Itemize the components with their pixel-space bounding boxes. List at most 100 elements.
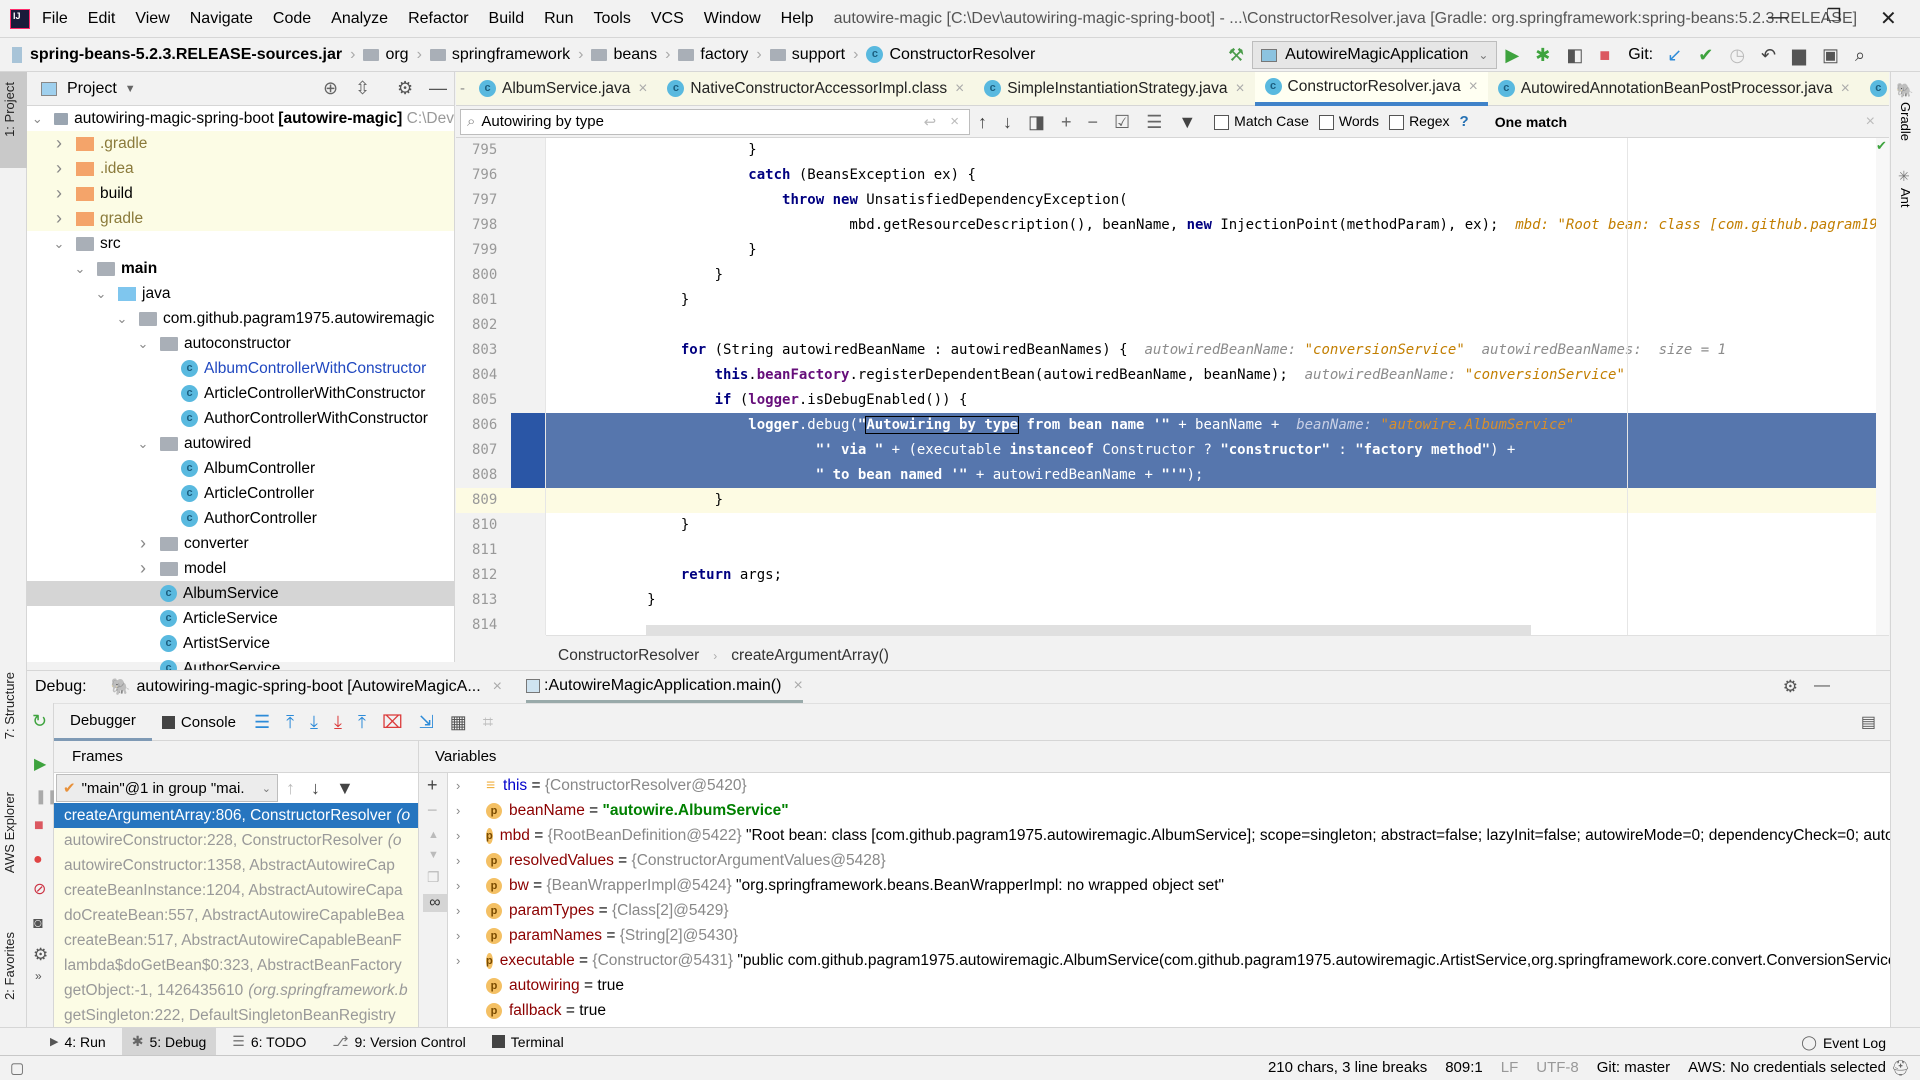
line-number[interactable]: 803	[456, 338, 545, 363]
search-icon[interactable]: ⌕	[467, 113, 475, 130]
variable-row[interactable]: › p beanName = "autowire.AlbumService"	[448, 798, 1890, 823]
chevron-right-icon[interactable]: ›	[52, 183, 66, 204]
tree-item[interactable]: c AlbumControllerWithConstructor	[27, 356, 454, 381]
variable-row[interactable]: › p paramTypes = {Class[2]@5429}	[448, 898, 1890, 923]
previous-frame-icon[interactable]: ↑	[286, 779, 295, 797]
code-editor[interactable]: } catch (BeansException ex) { throw new …	[546, 138, 1889, 635]
tab-console[interactable]: Console	[152, 714, 246, 731]
build-hammer-icon[interactable]: ⚒	[1228, 46, 1244, 64]
line-number[interactable]: 797	[456, 188, 545, 213]
coverage-icon[interactable]: ◧	[1566, 46, 1583, 64]
resume-icon[interactable]: ▶	[34, 754, 53, 774]
tree-item[interactable]: ⌄ com.github.pagram1975.autowiremagic	[27, 306, 454, 331]
tab-constructorresolver[interactable]: c ConstructorResolver.java ×	[1254, 71, 1488, 106]
find-in-window-icon[interactable]: ◨	[1028, 113, 1045, 131]
minimize-button[interactable]: —	[1768, 6, 1788, 29]
frame-row[interactable]: createArgumentArray:806, ConstructorReso…	[54, 803, 418, 828]
settings-gear-icon[interactable]: ⚙	[33, 945, 53, 965]
duplicate-watch-icon[interactable]: ❐	[427, 869, 447, 886]
thread-select[interactable]: ✔ "main"@1 in group "mai. ⌄	[56, 774, 278, 802]
tree-item[interactable]: › converter	[27, 531, 454, 556]
hide-panel-icon[interactable]: —	[429, 78, 447, 99]
close-find-icon[interactable]: ×	[1866, 113, 1875, 131]
tree-item[interactable]: ⌄ main	[27, 256, 454, 281]
breadcrumb-org[interactable]: org	[385, 46, 408, 64]
line-number[interactable]: 809	[456, 488, 545, 513]
tree-item[interactable]: c ArticleService	[27, 606, 454, 631]
frame-row[interactable]: getSingleton:222, DefaultSingletonBeanRe…	[54, 1003, 418, 1028]
regex-checkbox[interactable]: Regex	[1389, 113, 1450, 130]
remove-watch-icon[interactable]: −	[427, 800, 447, 821]
tree-item[interactable]: › model	[27, 556, 454, 581]
line-number[interactable]: 813	[456, 588, 545, 613]
menu-edit[interactable]: Edit	[88, 10, 116, 28]
tab-debugger[interactable]: Debugger	[54, 703, 152, 741]
line-number[interactable]: 808	[456, 463, 545, 488]
chevron-right-icon[interactable]: ›	[52, 208, 66, 229]
line-number[interactable]: 811	[456, 538, 545, 563]
tree-item[interactable]: › build	[27, 181, 454, 206]
filter-options-icon[interactable]: ☰	[1146, 113, 1162, 131]
chevron-right-icon[interactable]: ›	[52, 133, 66, 154]
chevron-right-icon[interactable]: ›	[136, 558, 150, 579]
next-occurrence-icon[interactable]: ↓	[1003, 113, 1012, 131]
close-tab-icon[interactable]: ×	[1235, 80, 1244, 98]
breadcrumb-class[interactable]: ConstructorResolver	[889, 46, 1035, 64]
line-number[interactable]: 795	[456, 138, 545, 163]
tree-item[interactable]: c AlbumController	[27, 456, 454, 481]
line-number[interactable]: 796	[456, 163, 545, 188]
new-line-icon[interactable]: ↩	[924, 113, 937, 131]
presentation-icon[interactable]: ▣	[1822, 46, 1839, 64]
tree-item[interactable]: c AuthorController	[27, 506, 454, 531]
tree-item[interactable]: › gradle	[27, 206, 454, 231]
run-configuration-select[interactable]: AutowireMagicApplication ⌄	[1252, 41, 1498, 69]
trace-icon[interactable]: ⌗	[483, 713, 493, 731]
select-all-occurrences-icon[interactable]: ☑	[1114, 113, 1130, 131]
chevron-down-icon[interactable]: ⌄	[52, 236, 66, 252]
event-log-button[interactable]: ◯ Event Log	[1801, 1034, 1886, 1051]
frame-row[interactable]: doCreateBean:557, AbstractAutowireCapabl…	[54, 903, 418, 928]
variable-row[interactable]: › p bw = {BeanWrapperImpl@5424} "org.sprin…	[448, 873, 1890, 898]
search-everywhere-icon[interactable]: ⌕	[1855, 46, 1865, 64]
move-down-icon[interactable]: ▼	[428, 849, 447, 861]
tree-item[interactable]: c ArticleControllerWithConstructor	[27, 381, 454, 406]
run-to-cursor-icon[interactable]: ⇲	[419, 713, 434, 731]
variable-row[interactable]: p fallback = true	[448, 998, 1890, 1023]
tab-terminal[interactable]: Terminal	[482, 1028, 574, 1056]
menu-analyze[interactable]: Analyze	[331, 10, 388, 28]
mute-breakpoints-icon[interactable]: ⊘	[33, 879, 53, 899]
error-stripe[interactable]: ✔	[1876, 138, 1889, 635]
debug-session-tab-active[interactable]: :AutowireMagicApplication.main() ×	[526, 671, 803, 703]
horizontal-scrollbar[interactable]	[646, 625, 1531, 635]
breadcrumb-factory[interactable]: factory	[700, 46, 748, 64]
add-occurrence-icon[interactable]: +	[1061, 113, 1072, 131]
line-number[interactable]: 807	[456, 438, 545, 463]
project-view-select[interactable]: Project	[67, 80, 117, 98]
tab-autowiredannotationbeanpostprocessor[interactable]: c AutowiredAnnotationBeanPostProcessor.ja…	[1488, 72, 1860, 106]
previous-occurrence-icon[interactable]: ↑	[978, 113, 987, 131]
variable-row[interactable]: › p resolvedValues = {ConstructorArgumentV…	[448, 848, 1890, 873]
frame-row[interactable]: autowireConstructor:1358, AbstractAutowi…	[54, 853, 418, 878]
frame-row[interactable]: getObject:-1, 1426435610 (org.springframe…	[54, 978, 418, 1003]
step-over-icon[interactable]: ⤓	[310, 713, 318, 731]
line-number[interactable]: 802	[456, 313, 545, 338]
chevron-down-icon[interactable]: ⌄	[31, 111, 44, 127]
words-checkbox[interactable]: Words	[1318, 113, 1379, 130]
tree-item[interactable]: ⌄ java	[27, 281, 454, 306]
step-into-icon[interactable]: ⤓	[334, 713, 342, 731]
tree-item[interactable]: c AuthorControllerWithConstructor	[27, 406, 454, 431]
clear-icon[interactable]: ×	[950, 113, 959, 130]
restore-layout-icon[interactable]: ▤	[1861, 712, 1876, 732]
line-number[interactable]: 814	[456, 613, 545, 638]
tab-albumservice[interactable]: c AlbumService.java ×	[469, 72, 657, 106]
hide-panel-icon[interactable]: —	[1814, 677, 1830, 695]
inspector-hat-icon[interactable]: ⛑	[1891, 1059, 1910, 1077]
remove-occurrence-icon[interactable]: −	[1088, 113, 1099, 131]
tab-debug[interactable]: ✱ 5: Debug	[121, 1027, 217, 1056]
tab-todo[interactable]: ☰ 6: TODO	[222, 1028, 316, 1056]
menu-navigate[interactable]: Navigate	[190, 10, 253, 28]
frame-row[interactable]: lambda$doGetBean$0:323, AbstractBeanFact…	[54, 953, 418, 978]
tree-item[interactable]: › .gradle	[27, 131, 454, 156]
tree-item[interactable]: ⌄ src	[27, 231, 454, 256]
step-out-icon[interactable]: ⤒	[358, 713, 366, 731]
